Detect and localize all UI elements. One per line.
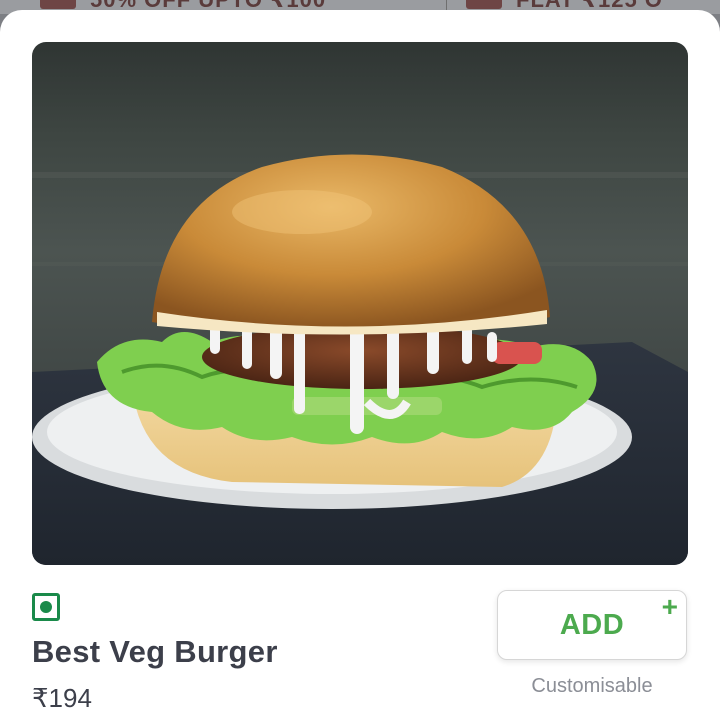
add-button[interactable]: ADD + xyxy=(497,590,687,660)
item-price: ₹194 xyxy=(32,683,92,713)
customisable-label: Customisable xyxy=(531,675,653,697)
add-button-label: ADD xyxy=(559,608,625,641)
veg-icon xyxy=(32,593,60,621)
offer-badge-icon xyxy=(466,0,502,9)
plus-icon: + xyxy=(661,591,678,622)
offer-badge-icon xyxy=(40,0,76,9)
item-name: Best Veg Burger xyxy=(32,634,278,669)
item-photo xyxy=(32,42,688,565)
